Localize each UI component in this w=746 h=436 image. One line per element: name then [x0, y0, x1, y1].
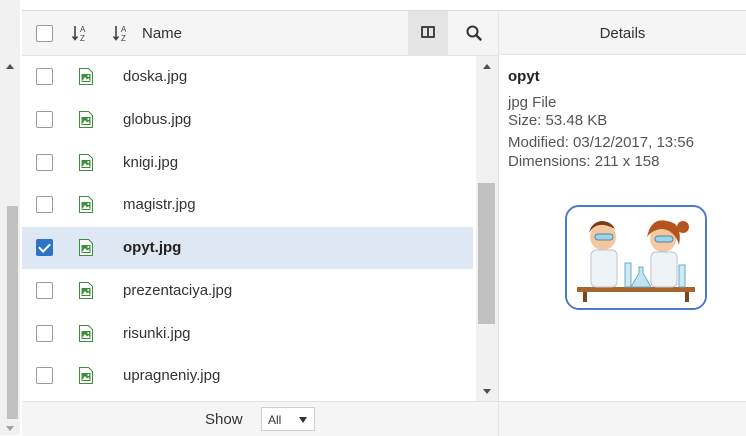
svg-text:Z: Z: [80, 34, 85, 42]
columns-toggle-button[interactable]: [408, 11, 448, 55]
file-name[interactable]: magistr.jpg: [123, 196, 196, 213]
scroll-down-icon[interactable]: [483, 389, 491, 394]
file-checkbox[interactable]: [36, 282, 53, 299]
file-row[interactable]: risunki.jpg: [22, 313, 473, 355]
file-checkbox[interactable]: [36, 68, 53, 85]
image-file-icon: [79, 239, 93, 260]
columns-icon: [421, 26, 435, 38]
details-header: Details: [498, 11, 746, 55]
details-footer: [498, 401, 746, 436]
page-scroll-down-icon[interactable]: [6, 426, 14, 431]
file-name[interactable]: prezentaciya.jpg: [123, 282, 232, 299]
file-checkbox[interactable]: [36, 111, 53, 128]
image-file-icon: [79, 196, 93, 217]
list-footer: Show All: [22, 401, 498, 436]
scroll-thumb[interactable]: [478, 183, 495, 324]
file-row[interactable]: doska.jpg: [22, 56, 473, 98]
file-name[interactable]: opyt.jpg: [123, 239, 181, 256]
svg-text:A: A: [121, 25, 127, 34]
show-count-select[interactable]: All: [261, 407, 315, 431]
file-checkbox[interactable]: [36, 154, 53, 171]
file-row[interactable]: opyt.jpg: [22, 227, 473, 269]
file-name[interactable]: doska.jpg: [123, 68, 187, 85]
svg-text:Z: Z: [121, 34, 126, 42]
file-list-scrollbar[interactable]: [476, 56, 498, 401]
page-scrollbar[interactable]: [0, 0, 20, 435]
file-checkbox[interactable]: [36, 367, 53, 384]
file-row[interactable]: upragneniy.jpg: [22, 355, 473, 397]
file-browser: A Z A Z Name Details doska.jpg globus.jpg…: [22, 10, 746, 436]
show-label: Show: [205, 411, 243, 428]
file-checkbox[interactable]: [36, 325, 53, 342]
image-file-icon: [79, 68, 93, 89]
details-title: Details: [599, 25, 646, 42]
show-count-value: All: [268, 413, 282, 427]
page-scroll-up-icon[interactable]: [6, 64, 14, 69]
image-file-icon: [79, 154, 93, 175]
file-name[interactable]: knigi.jpg: [123, 154, 178, 171]
image-preview: [565, 205, 707, 310]
image-file-icon: [79, 111, 93, 132]
details-modified: Modified: 03/12/2017, 13:56: [508, 134, 694, 151]
file-row[interactable]: magistr.jpg: [22, 184, 473, 226]
file-checkbox[interactable]: [36, 239, 53, 256]
search-button[interactable]: [448, 11, 498, 55]
details-pane: opyt jpg File Size: 53.48 KB Modified: 0…: [498, 55, 746, 401]
file-row[interactable]: globus.jpg: [22, 99, 473, 141]
image-file-icon: [79, 325, 93, 346]
sort-icon[interactable]: A Z: [72, 24, 90, 42]
image-file-icon: [79, 367, 93, 388]
file-name[interactable]: globus.jpg: [123, 111, 191, 128]
file-row[interactable]: prezentaciya.jpg: [22, 270, 473, 312]
scroll-up-icon[interactable]: [483, 64, 491, 69]
sort-by-name-icon[interactable]: A Z: [113, 24, 131, 42]
file-list: doska.jpg globus.jpg knigi.jpg magistr.jpg o…: [22, 56, 473, 401]
file-row[interactable]: knigi.jpg: [22, 142, 473, 184]
file-checkbox[interactable]: [36, 196, 53, 213]
details-file-name: opyt: [508, 68, 540, 85]
details-file-size: Size: 53.48 KB: [508, 112, 608, 129]
details-file-type: jpg File: [508, 94, 557, 111]
select-all-checkbox[interactable]: [36, 25, 53, 42]
svg-text:A: A: [80, 25, 86, 34]
list-header: A Z A Z Name: [22, 11, 498, 56]
chevron-down-icon: [299, 417, 307, 423]
file-name[interactable]: upragneniy.jpg: [123, 367, 220, 384]
page-scroll-thumb[interactable]: [7, 206, 18, 419]
details-dimensions: Dimensions: 211 x 158: [508, 153, 660, 170]
file-name[interactable]: risunki.jpg: [123, 325, 191, 342]
search-icon: [466, 25, 482, 41]
name-column-header[interactable]: Name: [142, 25, 182, 42]
image-file-icon: [79, 282, 93, 303]
